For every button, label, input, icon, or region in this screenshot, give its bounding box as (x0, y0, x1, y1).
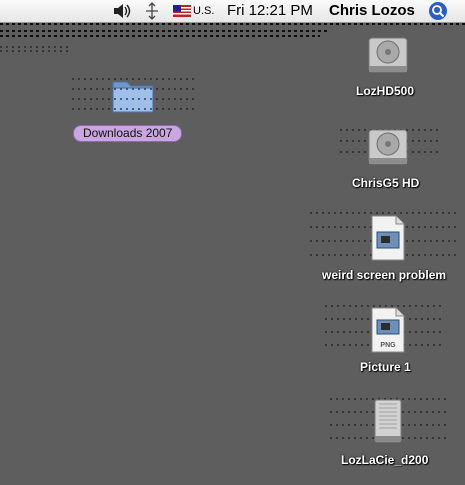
network-icon[interactable] (142, 0, 162, 22)
screen-artifact (72, 88, 194, 90)
screen-artifact (0, 50, 70, 52)
desktop-item-lozlacie-d200[interactable] (370, 398, 406, 451)
screen-artifact (72, 78, 194, 80)
desktop-item-label[interactable]: LozHD500 (356, 84, 414, 98)
screen-artifact (72, 108, 194, 110)
desktop-item-label[interactable]: ChrisG5 HD (352, 176, 419, 190)
us-flag-icon[interactable] (173, 0, 191, 22)
screen-artifact (72, 98, 194, 100)
desktop-item-label[interactable]: Downloads 2007 (73, 125, 183, 142)
image-file-icon (371, 215, 405, 261)
menu-clock[interactable]: Fri 12:21 PM (227, 0, 313, 22)
spotlight-icon[interactable] (428, 0, 448, 22)
volume-icon[interactable] (112, 0, 132, 22)
menu-bar: U.S. Fri 12:21 PM Chris Lozos (0, 0, 465, 23)
screen-artifact (0, 35, 320, 37)
desktop-item-weird-screen-problem[interactable] (368, 214, 408, 267)
hard-drive-icon (368, 129, 408, 165)
desktop-item-label[interactable]: weird screen problem (322, 268, 446, 282)
desktop-item-label[interactable]: Picture 1 (360, 360, 411, 374)
png-file-icon: PNG (371, 307, 405, 353)
desktop-item-picture-1[interactable]: PNG (368, 306, 408, 359)
screen-artifact (0, 46, 70, 48)
input-source-label[interactable]: U.S. (193, 0, 214, 22)
desktop-item-lozhd500[interactable] (365, 32, 411, 83)
external-drive-icon (374, 399, 402, 443)
png-badge: PNG (380, 342, 396, 349)
screen-artifact (0, 23, 465, 25)
fast-user-switch-name[interactable]: Chris Lozos (329, 0, 415, 22)
hard-drive-icon (368, 37, 408, 73)
desktop-item-chrisg5-hd[interactable] (365, 124, 411, 175)
screen-artifact (0, 30, 330, 32)
desktop-item-label[interactable]: LozLaCie_d200 (341, 453, 428, 467)
